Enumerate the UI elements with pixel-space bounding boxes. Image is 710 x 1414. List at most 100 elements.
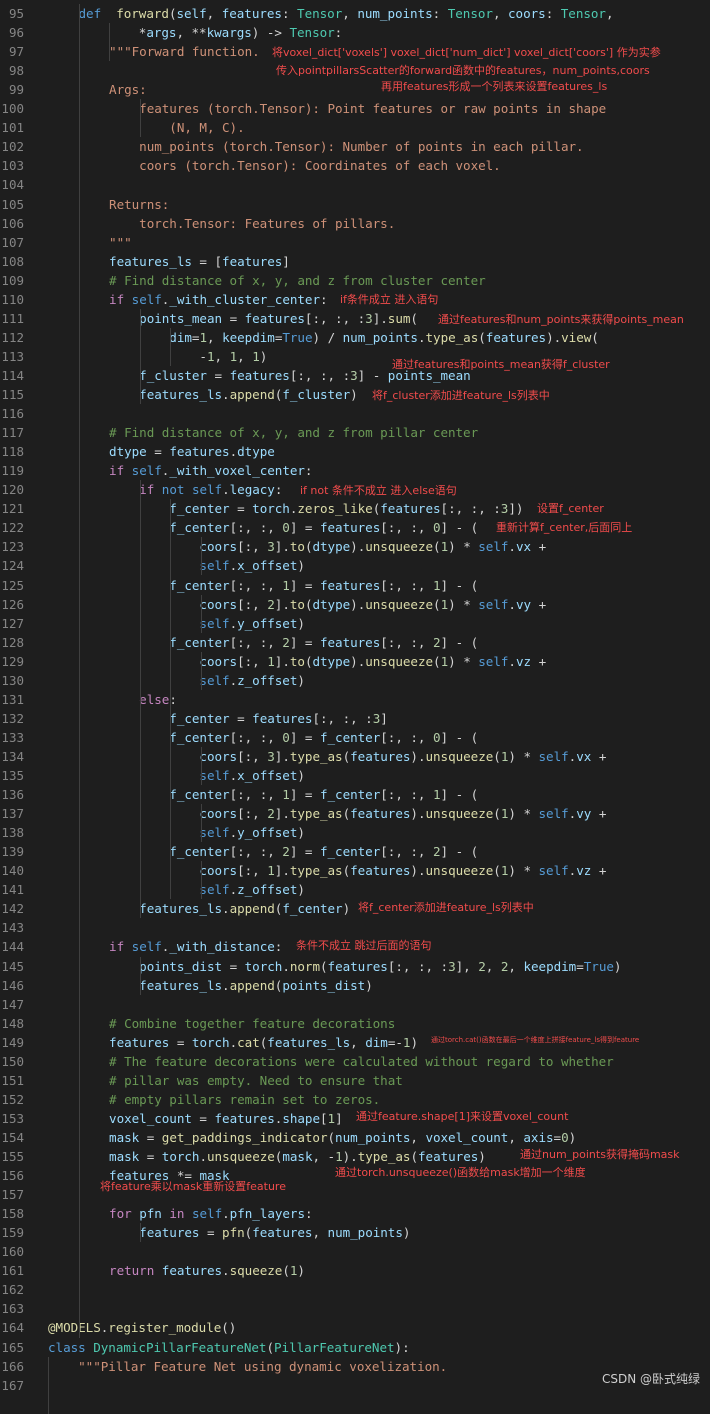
code-line[interactable]: 95 def forward(self, features: Tensor, nu… [0,4,710,23]
code-line[interactable]: 148 # Combine together feature decoration… [0,1014,710,1033]
indent-guide [200,746,202,786]
code-line[interactable]: 116 [0,404,710,423]
code-line[interactable]: 106 torch.Tensor: Features of pillars. [0,214,710,233]
line-number: 98 [8,63,24,79]
line-number: 110 [1,291,24,307]
code-line[interactable]: 163 [0,1299,710,1318]
line-number: 130 [1,672,24,688]
code-line[interactable]: 133 f_center[:, :, 0] = f_center[:, :, 0… [0,728,710,747]
line-number: 148 [1,1015,24,1031]
code-line[interactable]: 127 self.y_offset) [0,614,710,633]
code-line[interactable]: 101 (N, M, C). [0,118,710,137]
code-text: features = torch.cat(features_ls, dim=-1… [109,1034,418,1050]
code-line[interactable]: 134 coors[:, 3].type_as(features).unsque… [0,747,710,766]
line-number: 158 [1,1206,24,1222]
code-line[interactable]: 143 [0,918,710,937]
code-line[interactable]: 117 # Find distance of x, y, and z from p… [0,423,710,442]
code-text: coors (torch.Tensor): Coordinates of eac… [109,158,501,174]
code-line[interactable]: 162 [0,1280,710,1299]
indent-guide [170,327,172,366]
code-text: self.y_offset) [199,825,305,841]
indent-guide [200,861,202,900]
line-number: 152 [1,1091,24,1107]
line-number: 96 [8,25,24,41]
line-number: 155 [1,1149,24,1164]
annotation-note: 将voxel_dict['voxels'] voxel_dict['num_di… [272,46,661,59]
code-text: self.x_offset) [199,768,305,783]
code-line[interactable]: 135 self.x_offset) [0,766,710,785]
code-line[interactable]: 123 coors[:, 3].to(dtype).unsqueeze(1) *… [0,537,710,556]
code-line[interactable]: 108 features_ls = [features] [0,252,710,271]
annotation-note: 设置f_center [537,502,604,515]
code-editor[interactable]: 95 def forward(self, features: Tensor, nu… [0,0,710,1414]
code-line[interactable]: 124 self.x_offset) [0,556,710,575]
code-text: @MODELS.register_module() [48,1320,237,1336]
code-line[interactable]: 165 class DynamicPillarFeatureNet(PillarF… [0,1338,710,1357]
code-line[interactable]: 115 features_ls.append(f_cluster) [0,385,710,404]
code-text: self.y_offset) [199,615,305,631]
code-line[interactable]: 102 num_points (torch.Tensor): Number of… [0,137,710,156]
line-number: 138 [1,825,24,841]
code-text: f_center[:, :, 1] = features[:, :, 1] - … [169,577,479,593]
code-line[interactable]: 132 f_center = features[:, :, :3] [0,709,710,728]
code-line[interactable]: 151 # pillar was empty. Need to ensure th… [0,1071,710,1090]
line-number: 118 [1,444,24,460]
code-line[interactable]: 158 for pfn in self.pfn_layers: [0,1204,710,1223]
code-line[interactable]: 142 features_ls.append(f_center) [0,899,710,918]
code-line[interactable]: 141 self.z_offset) [0,880,710,899]
code-line[interactable]: 125 f_center[:, :, 1] = features[:, :, 1… [0,576,710,595]
code-line[interactable]: 153 voxel_count = features.shape[1] [0,1109,710,1128]
code-line[interactable]: 130 self.z_offset) [0,671,710,690]
code-line[interactable]: 160 [0,1242,710,1261]
code-text: coors[:, 1].to(dtype).unsqueeze(1) * sel… [199,653,547,669]
code-line[interactable]: 140 coors[:, 1].type_as(features).unsque… [0,861,710,880]
code-line[interactable]: 146 features_ls.append(points_dist) [0,976,710,995]
line-number: 120 [1,482,24,498]
code-line[interactable]: 139 f_center[:, :, 2] = f_center[:, :, 2… [0,842,710,861]
code-line[interactable]: 112 dim=1, keepdim=True) / num_points.ty… [0,328,710,347]
code-line[interactable]: 118 dtype = features.dtype [0,442,710,461]
code-line[interactable]: 136 f_center[:, :, 1] = f_center[:, :, 1… [0,785,710,804]
line-number: 149 [1,1034,24,1050]
annotation-note: if条件成立 进入语句 [340,293,439,306]
code-line[interactable]: 161 return features.squeeze(1) [0,1261,710,1280]
line-number: 165 [1,1339,24,1355]
line-number: 142 [1,901,24,917]
annotation-note: 通过torch.unsqueeze()函数给mask增加一个维度 [335,1166,586,1179]
code-line[interactable]: 138 self.y_offset) [0,823,710,842]
code-line[interactable]: 159 features = pfn(features, num_points) [0,1223,710,1242]
code-line[interactable]: 137 coors[:, 2].type_as(features).unsque… [0,804,710,823]
code-line[interactable]: 128 f_center[:, :, 2] = features[:, :, 2… [0,633,710,652]
code-line[interactable]: 109 # Find distance of x, y, and z from c… [0,271,710,290]
line-number: 104 [1,177,24,193]
code-line[interactable]: 126 coors[:, 2].to(dtype).unsqueeze(1) *… [0,595,710,614]
code-text: mask = torch.unsqueeze(mask, -1).type_as… [109,1149,486,1164]
code-line[interactable]: 96 *args, **kwargs) -> Tensor: [0,23,710,42]
line-number: 129 [1,653,24,669]
code-line[interactable]: 105 Returns: [0,195,710,214]
line-number: 140 [1,863,24,879]
code-line[interactable]: 152 # empty pillars remain set to zeros. [0,1090,710,1109]
line-number: 126 [1,596,24,612]
code-line[interactable]: 103 coors (torch.Tensor): Coordinates of… [0,156,710,175]
code-text: coors[:, 2].type_as(features).unsqueeze(… [199,806,607,822]
line-number: 116 [1,406,24,422]
code-line[interactable]: 150 # The feature decorations were calcul… [0,1052,710,1071]
code-line[interactable]: 129 coors[:, 1].to(dtype).unsqueeze(1) *… [0,652,710,671]
line-number: 101 [1,120,24,136]
code-line[interactable]: 104 [0,175,710,194]
code-text: return features.squeeze(1) [109,1263,305,1279]
indent-guide [139,99,141,138]
code-text: # Combine together feature decorations [109,1015,396,1031]
code-line[interactable]: 145 points_dist = torch.norm(features[:,… [0,957,710,976]
code-line[interactable]: 100 features (torch.Tensor): Point featu… [0,99,710,118]
code-line[interactable]: 119 if self._with_voxel_center: [0,461,710,480]
code-line[interactable]: 154 mask = get_paddings_indicator(num_poi… [0,1128,710,1147]
code-text: dim=1, keepdim=True) / num_points.type_a… [169,329,599,345]
code-line[interactable]: 131 else: [0,690,710,709]
code-text: """ [109,234,132,250]
code-line[interactable]: 147 [0,995,710,1014]
code-line[interactable]: 107 """ [0,233,710,252]
code-line[interactable]: 164 @MODELS.register_module() [0,1318,710,1337]
indent-guide [139,1223,141,1243]
